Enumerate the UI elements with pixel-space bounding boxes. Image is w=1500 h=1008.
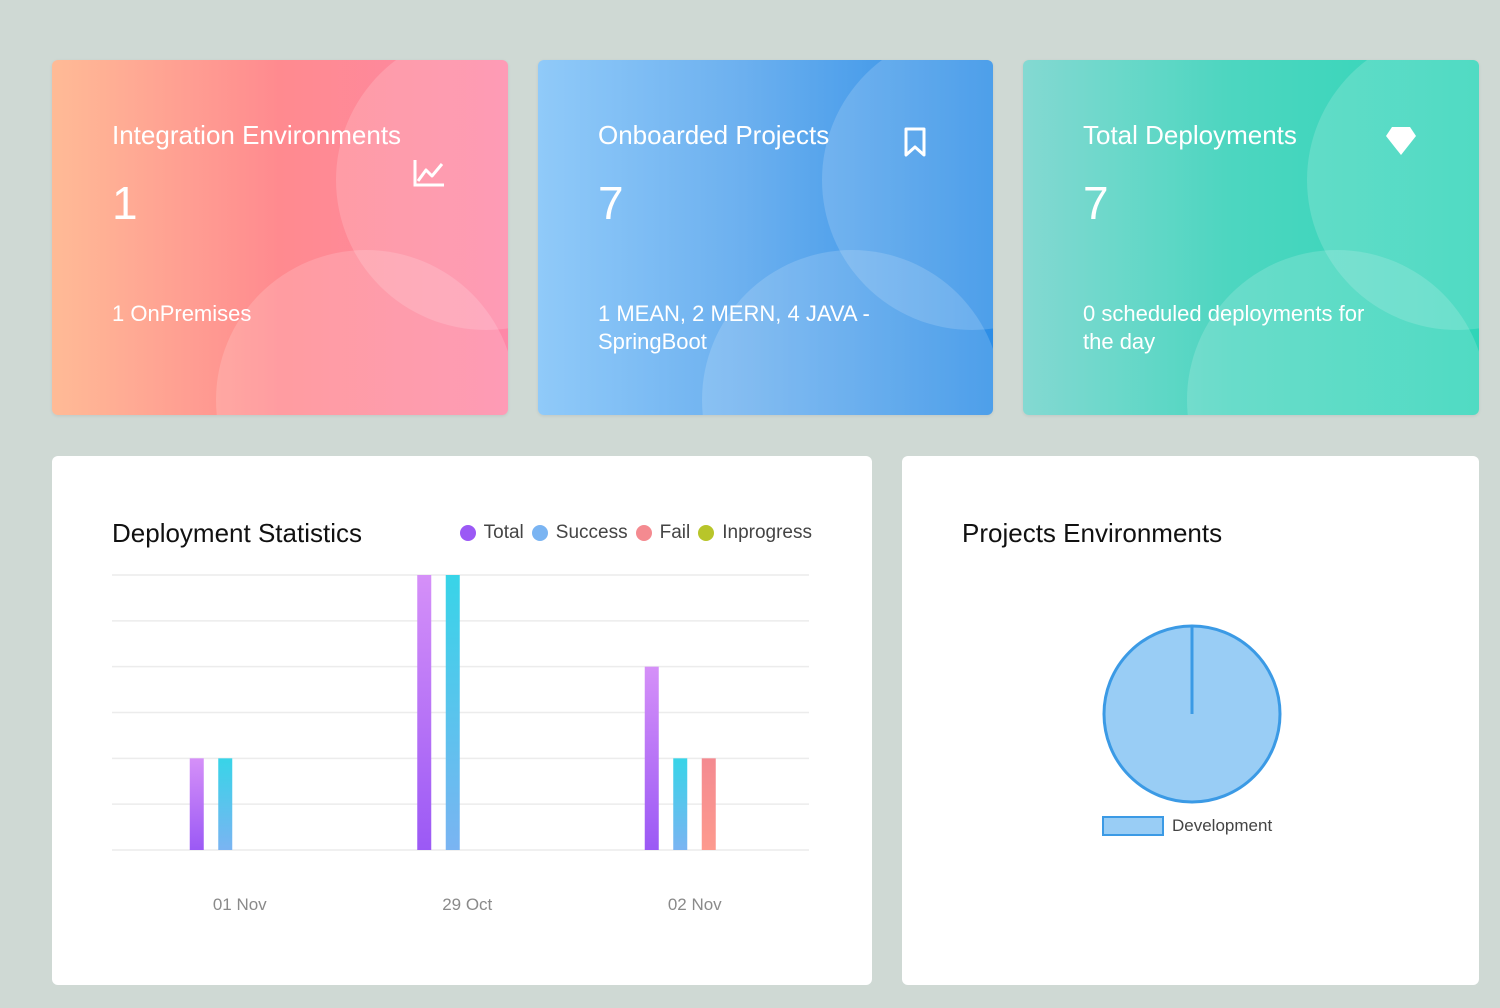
legend-swatch	[1102, 816, 1164, 836]
card-value: 7	[598, 177, 624, 229]
card-subtitle: 1 OnPremises	[112, 301, 252, 326]
legend-item-total[interactable]: Total	[459, 522, 524, 544]
card-subtitle: 1 MEAN, 2 MERN, 4 JAVA - SpringBoot	[598, 301, 870, 354]
bar-total[interactable]	[189, 758, 204, 850]
onboarded-projects-card[interactable]: Onboarded Projects 7 1 MEAN, 2 MERN, 4 J…	[538, 60, 993, 415]
card-title: Onboarded Projects	[598, 120, 830, 150]
panel-title: Projects Environments	[962, 518, 1223, 548]
card-title: Total Deployments	[1083, 120, 1297, 150]
line-chart-icon	[413, 160, 444, 187]
bar-fail[interactable]	[701, 758, 716, 850]
x-tick-label: 02 Nov	[668, 895, 722, 914]
card-subtitle: 0 scheduled deployments for the day	[1083, 301, 1365, 354]
legend-dot	[531, 525, 548, 541]
legend-label: Total	[483, 522, 524, 543]
legend-item-fail[interactable]: Fail	[635, 522, 691, 544]
integration-environments-card[interactable]: Integration Environments 1 1 OnPremises	[52, 60, 508, 415]
legend-label: Success	[555, 522, 628, 543]
bar-success[interactable]	[445, 575, 460, 850]
bar-total[interactable]	[644, 666, 659, 850]
diamond-icon	[1386, 127, 1416, 155]
x-tick-label: 29 Oct	[442, 895, 492, 914]
legend-item-inprogress[interactable]: Inprogress	[698, 522, 812, 544]
bar-success[interactable]	[218, 758, 233, 850]
legend-item-success[interactable]: Success	[531, 522, 628, 544]
chart-legend: Total Success Fail Inprogress	[452, 522, 812, 544]
panel-title: Deployment Statistics	[112, 518, 362, 548]
legend-dot	[459, 525, 476, 541]
projects-environments-panel: Projects Environments Development	[902, 456, 1479, 985]
card-title: Integration Environments	[112, 120, 402, 150]
deployment-statistics-panel: Deployment Statistics Total Success Fail…	[52, 456, 872, 985]
card-value: 7	[1083, 177, 1109, 229]
legend-label: Development	[1172, 816, 1273, 835]
legend-label: Fail	[659, 522, 691, 543]
deployment-bar-chart: 01 Nov 29 Oct 02 Nov	[112, 574, 809, 914]
bar-success[interactable]	[673, 758, 688, 850]
legend-label: Inprogress	[722, 522, 812, 543]
card-value: 1	[112, 177, 138, 229]
environments-pie-chart	[1102, 624, 1282, 804]
total-deployments-card[interactable]: Total Deployments 7 0 scheduled deployme…	[1023, 60, 1479, 415]
legend-dot	[635, 525, 652, 541]
bookmark-icon	[904, 127, 926, 157]
bar-total[interactable]	[417, 575, 432, 850]
pie-legend: Development	[1102, 816, 1272, 836]
legend-dot	[698, 525, 715, 541]
x-tick-label: 01 Nov	[213, 895, 267, 914]
